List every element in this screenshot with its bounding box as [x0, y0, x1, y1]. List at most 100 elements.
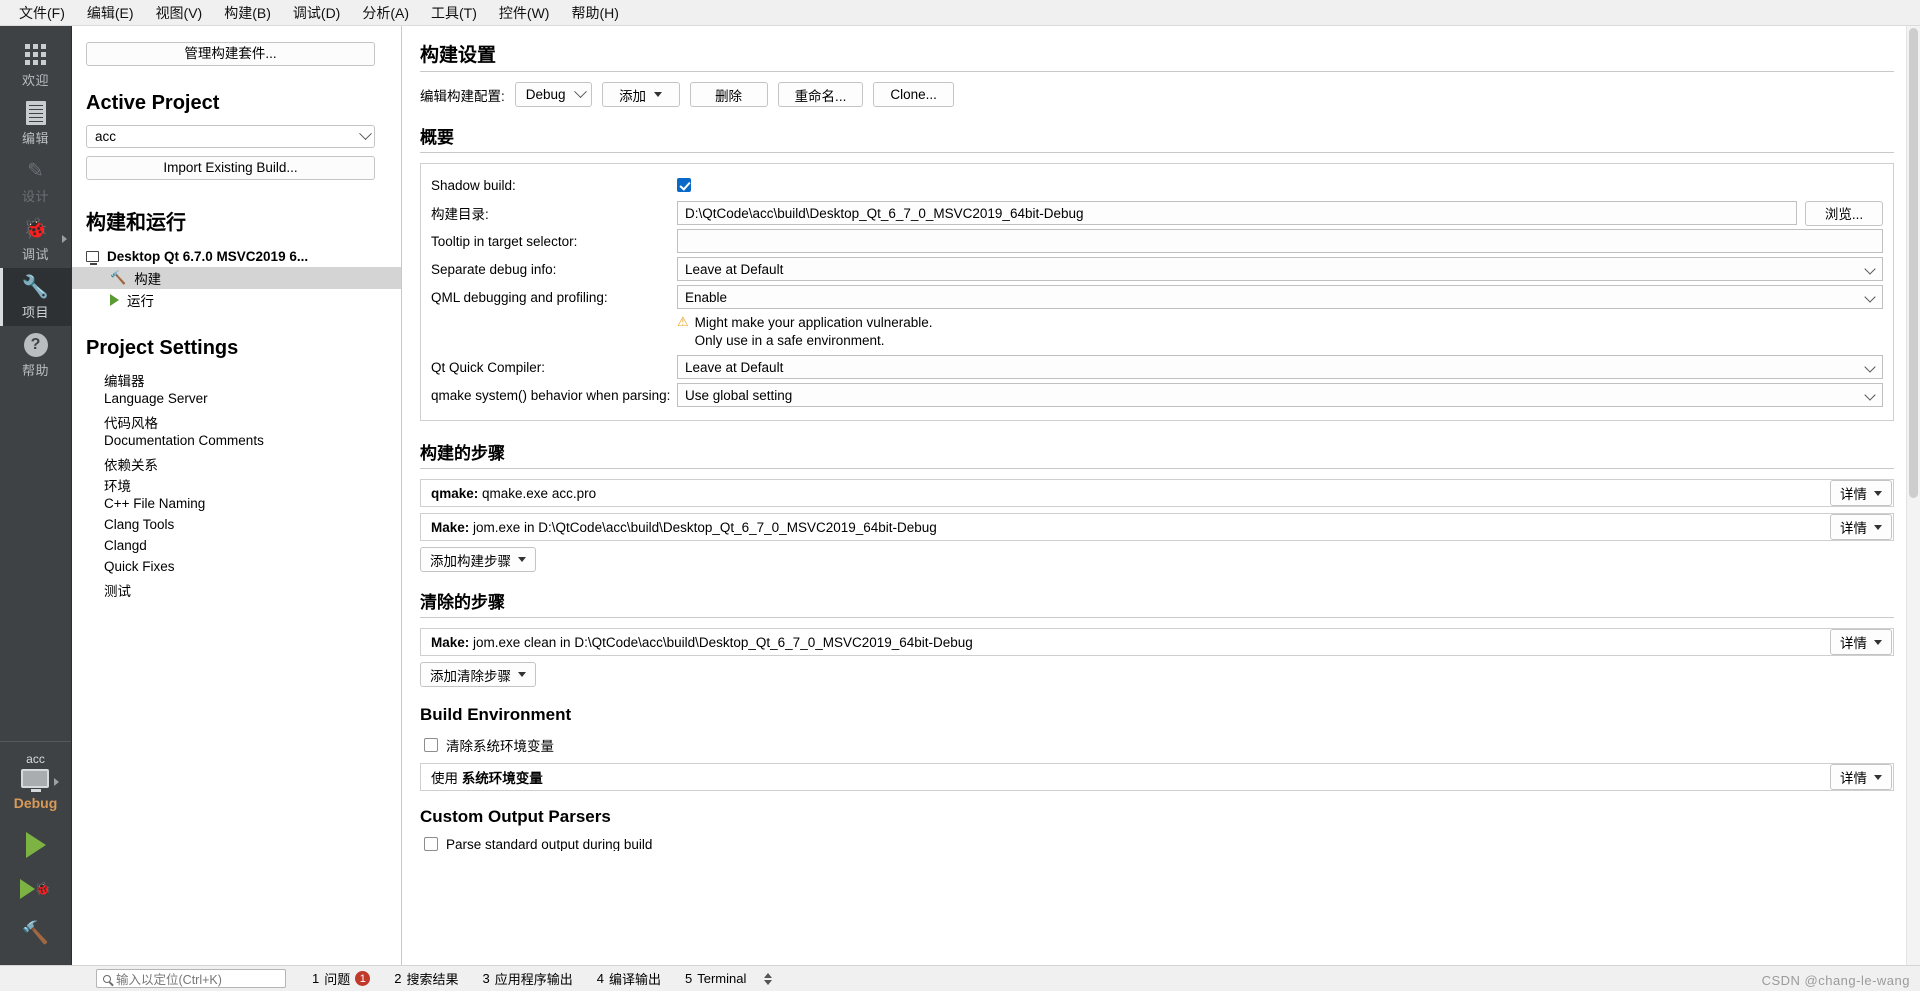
- qmake-system-behavior-label: qmake system() behavior when parsing:: [431, 387, 671, 403]
- sidebar-item-environment[interactable]: 环境: [72, 475, 401, 496]
- build-step-make-details-button[interactable]: 详情: [1830, 514, 1892, 541]
- clear-system-environment-checkbox[interactable]: [424, 738, 438, 753]
- kit-tree-node[interactable]: Desktop Qt 6.7.0 MSVC2019 6...: [72, 245, 401, 267]
- qt-quick-compiler-value: Leave at Default: [685, 359, 784, 375]
- sidebar-item-quick-fixes[interactable]: Quick Fixes: [72, 559, 401, 580]
- tooltip-target-input[interactable]: [677, 229, 1883, 253]
- locator-search[interactable]: 输入以定位(Ctrl+K): [96, 969, 286, 988]
- sidebar-item-cpp-file-naming[interactable]: C++ File Naming: [72, 496, 401, 517]
- add-config-button[interactable]: 添加: [601, 82, 680, 107]
- kit-selector[interactable]: acc Debug: [0, 741, 71, 817]
- shadow-build-checkbox[interactable]: [677, 178, 691, 192]
- chevron-right-icon: [62, 235, 67, 243]
- sidebar-item-dependencies[interactable]: 依赖关系: [72, 454, 401, 475]
- output-pane-search-results[interactable]: 2 搜索结果: [382, 969, 470, 988]
- issues-number: 1: [312, 971, 320, 986]
- arrow-down-icon[interactable]: [764, 979, 773, 985]
- output-pane-compile-output[interactable]: 4 编译输出: [585, 969, 673, 988]
- menu-item-edit[interactable]: 编辑(E): [76, 0, 145, 26]
- mode-welcome[interactable]: 欢迎: [0, 36, 71, 94]
- remove-config-button[interactable]: 删除: [689, 82, 768, 107]
- add-build-step-button[interactable]: 添加构建步骤: [420, 547, 536, 573]
- project-settings-heading: Project Settings: [86, 337, 239, 359]
- mode-design[interactable]: ✎ 设计: [0, 152, 71, 210]
- separate-debug-info-value: Leave at Default: [685, 261, 784, 277]
- qmake-system-behavior-select[interactable]: Use global setting: [677, 383, 1883, 408]
- build-button[interactable]: 🔨: [0, 911, 71, 955]
- arrow-up-icon[interactable]: [764, 972, 773, 978]
- grid-icon: [23, 42, 49, 68]
- output-pane-issues[interactable]: 1 问题 1: [300, 969, 382, 988]
- hammer-icon: 🔨: [110, 270, 127, 285]
- build-config-select[interactable]: Debug: [514, 82, 592, 107]
- mode-debug[interactable]: 🐞 调试: [0, 210, 71, 268]
- play-bug-icon: [19, 879, 35, 899]
- clear-system-environment-label: 清除系统环境变量: [446, 739, 554, 755]
- separate-debug-info-select[interactable]: Leave at Default: [677, 257, 1883, 281]
- clean-step-make: Make: jom.exe clean in D:\QtCode\acc\bui…: [420, 628, 1894, 657]
- sidebar-item-language-server[interactable]: Language Server: [72, 391, 401, 412]
- details-label: 详情: [1840, 487, 1867, 503]
- import-existing-build-button[interactable]: Import Existing Build...: [86, 156, 375, 180]
- kit-project-name: acc: [26, 752, 45, 766]
- sidebar-item-build[interactable]: 🔨 构建: [72, 267, 401, 289]
- manage-kits-button[interactable]: 管理构建套件...: [86, 42, 375, 66]
- window-body: 欢迎 编辑 ✎ 设计 🐞 调试 🔧 项目 ? 帮助 acc Debug 🐞 🔨 …: [0, 26, 1920, 965]
- build-run-heading: 构建和运行: [86, 212, 186, 234]
- mode-projects[interactable]: 🔧 项目: [0, 268, 71, 326]
- row-qt-quick-compiler: Qt Quick Compiler: Leave at Default: [431, 354, 1883, 380]
- menu-item-help[interactable]: 帮助(H): [560, 0, 629, 26]
- clean-step-make-details-button[interactable]: 详情: [1830, 629, 1892, 656]
- menu-item-file[interactable]: 文件(F): [8, 0, 76, 26]
- sidebar-item-tests[interactable]: 测试: [72, 580, 401, 601]
- mode-edit[interactable]: 编辑: [0, 94, 71, 152]
- build-step-make-text: Make: jom.exe in D:\QtCode\acc\build\Des…: [421, 520, 1829, 535]
- sidebar-item-documentation-comments[interactable]: Documentation Comments: [72, 433, 401, 454]
- output-pane-terminal[interactable]: 5 Terminal: [673, 971, 758, 986]
- mode-help[interactable]: ? 帮助: [0, 326, 71, 384]
- watermark: CSDN @chang-le-wang: [1761, 973, 1910, 988]
- build-environment-details-button[interactable]: 详情: [1830, 764, 1892, 791]
- output-pane-application-output[interactable]: 3 应用程序输出: [471, 969, 585, 988]
- build-step-qmake-prefix: qmake:: [431, 485, 479, 501]
- mode-help-label: 帮助: [21, 362, 49, 378]
- sidebar-item-run[interactable]: 运行: [72, 289, 401, 311]
- clone-config-button[interactable]: Clone...: [873, 82, 954, 107]
- rename-config-button[interactable]: 重命名...: [777, 82, 864, 107]
- add-clean-step-button[interactable]: 添加清除步骤: [420, 662, 536, 688]
- qml-debugging-select[interactable]: Enable: [677, 285, 1883, 309]
- separate-debug-info-label: Separate debug info:: [431, 261, 557, 277]
- browse-button[interactable]: 浏览...: [1805, 200, 1883, 226]
- build-step-qmake-details-button[interactable]: 详情: [1830, 480, 1892, 507]
- debug-button[interactable]: 🐞: [0, 867, 71, 911]
- sidebar-item-clangd[interactable]: Clangd: [72, 538, 401, 559]
- qt-quick-compiler-select[interactable]: Leave at Default: [677, 355, 1883, 380]
- menu-item-view[interactable]: 视图(V): [145, 0, 214, 26]
- scrollbar-thumb[interactable]: [1909, 28, 1918, 498]
- menu-item-tools[interactable]: 工具(T): [420, 0, 488, 26]
- main-vertical-scrollbar[interactable]: [1906, 26, 1920, 965]
- sidebar-item-code-style[interactable]: 代码风格: [72, 412, 401, 433]
- build-step-make: Make: jom.exe in D:\QtCode\acc\build\Des…: [420, 513, 1894, 542]
- build-step-qmake-cmd: qmake.exe acc.pro: [478, 485, 597, 501]
- output-pane-navigation[interactable]: [764, 972, 773, 985]
- active-project-combo[interactable]: acc: [86, 125, 375, 148]
- menu-bar: 文件(F) 编辑(E) 视图(V) 构建(B) 调试(D) 分析(A) 工具(T…: [0, 0, 1920, 26]
- chevron-down-icon: [1864, 263, 1876, 275]
- parse-standard-output-checkbox[interactable]: [424, 837, 438, 852]
- menu-item-widgets[interactable]: 控件(W): [488, 0, 561, 26]
- menu-item-analyze[interactable]: 分析(A): [351, 0, 420, 26]
- run-button[interactable]: [0, 823, 71, 867]
- sidebar-item-build-label: 构建: [134, 272, 162, 287]
- caret-down-icon: [1874, 490, 1882, 496]
- menu-item-debug[interactable]: 调试(D): [282, 0, 351, 26]
- chevron-down-icon: [1864, 389, 1876, 402]
- parse-standard-output-row: Parse standard output during build: [424, 837, 1894, 852]
- build-directory-input[interactable]: D:\QtCode\acc\build\Desktop_Qt_6_7_0_MSV…: [677, 201, 1797, 225]
- warning-icon: ⚠: [677, 314, 689, 329]
- menu-item-build[interactable]: 构建(B): [213, 0, 282, 26]
- build-config-value: Debug: [525, 87, 566, 102]
- mode-debug-label: 调试: [21, 246, 49, 262]
- sidebar-item-clang-tools[interactable]: Clang Tools: [72, 517, 401, 538]
- sidebar-item-editor[interactable]: 编辑器: [72, 370, 401, 391]
